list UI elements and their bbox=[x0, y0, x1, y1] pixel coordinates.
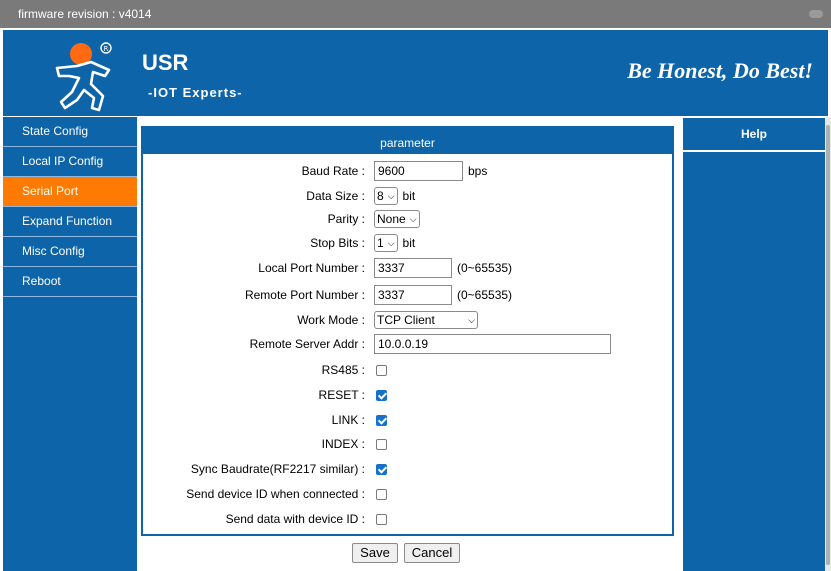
stop-bits-row: Stop Bits : 1 ⌵ bit bbox=[143, 232, 672, 254]
work-mode-row: Work Mode : TCP Client ⌵ bbox=[143, 309, 672, 331]
rs485-label: RS485 : bbox=[321, 363, 365, 377]
help-panel: Help bbox=[683, 118, 825, 571]
link-label: LINK : bbox=[331, 413, 365, 427]
rs485-row: RS485 : bbox=[143, 359, 672, 381]
firmware-bar: firmware revision : v4014 bbox=[0, 0, 831, 28]
brand-tagline: -IOT Experts- bbox=[148, 85, 243, 100]
reset-checkbox[interactable] bbox=[376, 389, 387, 401]
parity-label: Parity : bbox=[327, 212, 365, 226]
data-size-value: 8 bbox=[377, 189, 384, 203]
index-row: INDEX : bbox=[143, 433, 672, 455]
sidebar-item-misc-config[interactable]: Misc Config bbox=[3, 237, 137, 267]
sidebar-item-expand-function[interactable]: Expand Function bbox=[3, 207, 137, 237]
remote-port-input[interactable] bbox=[374, 285, 452, 305]
send-id-connected-label: Send device ID when connected : bbox=[186, 487, 365, 501]
chevron-down-icon: ⌵ bbox=[468, 314, 475, 325]
stop-bits-value: 1 bbox=[377, 236, 384, 250]
index-label: INDEX : bbox=[321, 437, 365, 451]
scrollbar-thumb[interactable] bbox=[826, 125, 830, 565]
link-checkbox[interactable] bbox=[376, 414, 387, 426]
work-mode-select[interactable]: TCP Client ⌵ bbox=[374, 311, 478, 329]
sidebar-item-serial-port[interactable]: Serial Port bbox=[3, 177, 137, 207]
panel-title: parameter bbox=[143, 128, 672, 154]
stop-bits-select[interactable]: 1 ⌵ bbox=[374, 234, 398, 252]
send-id-connected-row: Send device ID when connected : bbox=[143, 483, 672, 505]
sidebar-item-reboot[interactable]: Reboot bbox=[3, 267, 137, 297]
remote-addr-input[interactable] bbox=[374, 334, 611, 354]
chevron-down-icon: ⌵ bbox=[387, 237, 395, 248]
sidebar-nav: State Config Local IP Config Serial Port… bbox=[3, 117, 137, 571]
work-mode-value: TCP Client bbox=[377, 313, 435, 327]
parameter-panel: parameter Baud Rate : bps Data Size : 8⌵… bbox=[141, 126, 674, 536]
reset-label: RESET : bbox=[318, 388, 365, 402]
sidebar-item-local-ip-config[interactable]: Local IP Config bbox=[3, 147, 137, 177]
local-port-label: Local Port Number : bbox=[258, 261, 365, 275]
parity-select[interactable]: None ⌵ bbox=[374, 210, 420, 228]
data-size-select[interactable]: 8 ⌵ bbox=[374, 187, 398, 205]
firmware-revision: firmware revision : v4014 bbox=[18, 7, 152, 21]
svg-text:R: R bbox=[104, 45, 109, 53]
parity-value: None bbox=[377, 212, 406, 226]
cancel-button[interactable]: Cancel bbox=[404, 543, 460, 563]
sync-baudrate-row: Sync Baudrate(RF2217 similar) : bbox=[143, 458, 672, 480]
stop-bits-label: Stop Bits : bbox=[310, 236, 365, 250]
send-data-id-checkbox[interactable] bbox=[376, 513, 387, 525]
local-port-input[interactable] bbox=[374, 258, 452, 278]
chevron-down-icon: ⌵ bbox=[409, 213, 417, 224]
data-size-unit: bit bbox=[402, 189, 416, 203]
running-figure-logo-icon: R bbox=[55, 42, 112, 112]
help-title: Help bbox=[683, 118, 825, 152]
remote-addr-row: Remote Server Addr : bbox=[143, 333, 672, 355]
stop-bits-unit: bit bbox=[402, 236, 416, 250]
work-mode-label: Work Mode : bbox=[297, 313, 365, 327]
chevron-down-icon: ⌵ bbox=[387, 190, 395, 201]
window-control[interactable] bbox=[809, 10, 823, 18]
sidebar-item-state-config[interactable]: State Config bbox=[3, 117, 137, 147]
parity-row: Parity : None ⌵ bbox=[143, 208, 672, 230]
baud-rate-unit: bps bbox=[468, 164, 488, 178]
send-id-connected-checkbox[interactable] bbox=[376, 488, 387, 500]
data-size-label: Data Size : bbox=[306, 189, 365, 203]
local-port-row: Local Port Number : (0~65535) bbox=[143, 257, 672, 279]
baud-rate-label: Baud Rate : bbox=[301, 164, 365, 178]
remote-port-row: Remote Port Number : (0~65535) bbox=[143, 284, 672, 306]
local-port-range: (0~65535) bbox=[457, 261, 513, 275]
scrollbar[interactable] bbox=[825, 117, 831, 571]
baud-rate-input[interactable] bbox=[374, 161, 463, 181]
save-button[interactable]: Save bbox=[352, 543, 398, 563]
rs485-checkbox[interactable] bbox=[376, 364, 387, 376]
send-data-id-row: Send data with device ID : bbox=[143, 508, 672, 530]
sync-baudrate-checkbox[interactable] bbox=[376, 463, 387, 475]
remote-port-label: Remote Port Number : bbox=[244, 288, 365, 302]
header-banner: R USR -IOT Experts- Be Honest, Do Best! bbox=[3, 30, 828, 116]
index-checkbox[interactable] bbox=[376, 438, 387, 450]
motto: Be Honest, Do Best! bbox=[627, 58, 813, 83]
send-data-id-label: Send data with device ID : bbox=[225, 512, 365, 526]
link-row: LINK : bbox=[143, 409, 672, 431]
data-size-row: Data Size : 8 ⌵ bit bbox=[143, 185, 672, 207]
sync-baudrate-label: Sync Baudrate(RF2217 similar) : bbox=[190, 462, 365, 476]
remote-addr-label: Remote Server Addr : bbox=[249, 337, 365, 351]
remote-port-range: (0~65535) bbox=[457, 288, 513, 302]
reset-row: RESET : bbox=[143, 384, 672, 406]
baud-rate-row: Baud Rate : bps bbox=[143, 160, 672, 182]
brand-name: USR bbox=[142, 50, 189, 75]
